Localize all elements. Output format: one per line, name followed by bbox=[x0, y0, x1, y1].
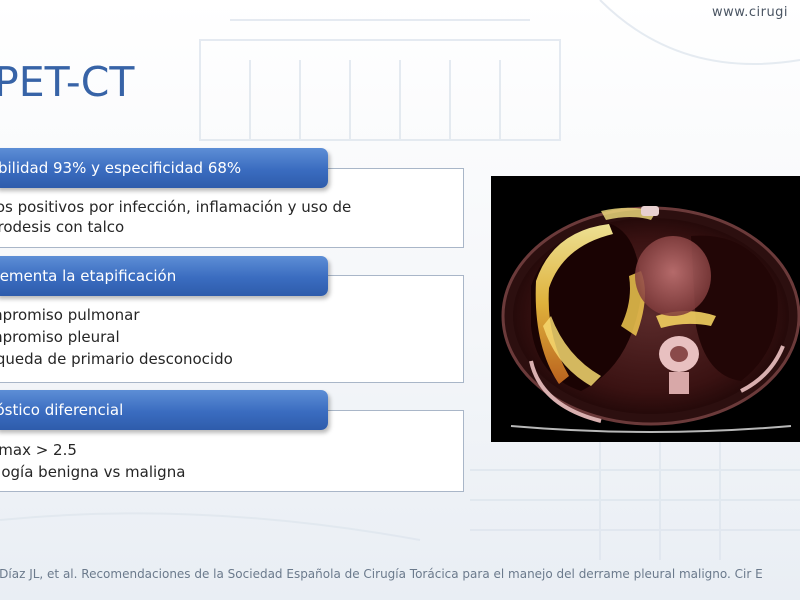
section-2-line-2: mpromiso pleural bbox=[0, 328, 120, 346]
section-2-line-3: squeda de primario desconocido bbox=[0, 350, 233, 368]
section-3-header: nóstico diferencial bbox=[0, 390, 328, 430]
section-1-line-2: urodesis con talco bbox=[0, 218, 125, 236]
section-3-line-2: ología benigna vs maligna bbox=[0, 463, 186, 481]
section-1-heading: sibilidad 93% y especificidad 68% bbox=[0, 159, 242, 177]
section-3-heading: nóstico diferencial bbox=[0, 401, 124, 419]
section-2-header: plementa la etapificación bbox=[0, 256, 328, 296]
slide-title: PET-CT bbox=[0, 58, 135, 106]
section-3-line-1: Vmax > 2.5 bbox=[0, 441, 77, 459]
section-2-line-1: mpromiso pulmonar bbox=[0, 306, 140, 324]
pet-ct-scan-image bbox=[491, 176, 800, 442]
website-url: www.cirugi bbox=[712, 5, 789, 20]
citation-footer: o Díaz JL, et al. Recomendaciones de la … bbox=[0, 567, 763, 581]
section-1-header: sibilidad 93% y especificidad 68% bbox=[0, 148, 328, 188]
section-1-line-1: sos positivos por infección, inflamación… bbox=[0, 198, 352, 216]
section-2-heading: plementa la etapificación bbox=[0, 267, 177, 285]
